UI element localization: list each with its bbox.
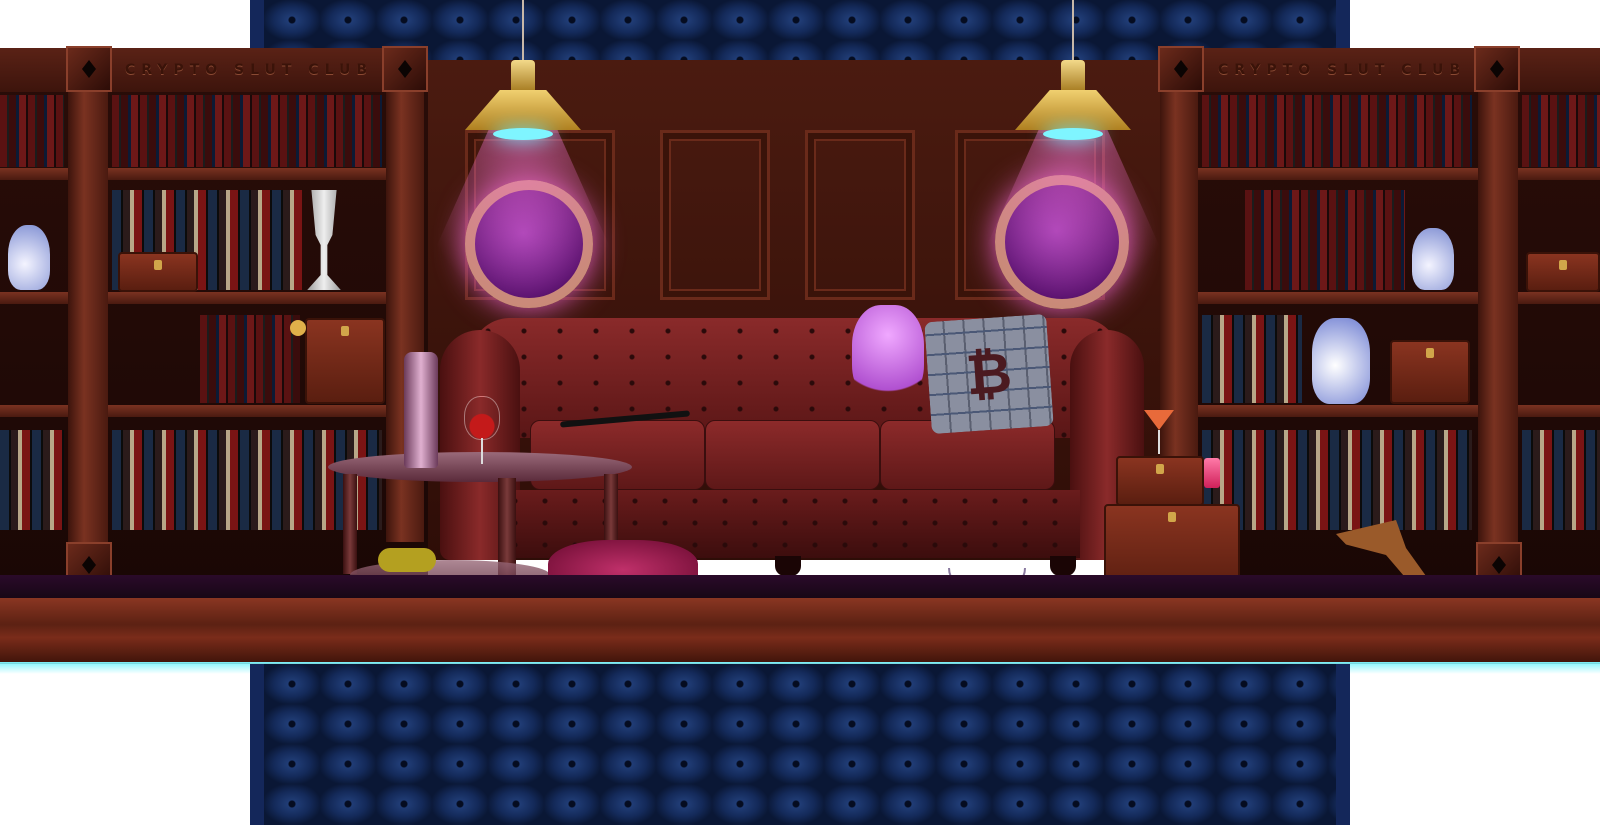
diamond-ornament-icon bbox=[1158, 46, 1204, 92]
table-leg bbox=[604, 474, 618, 546]
book-row bbox=[112, 430, 382, 530]
shelf-plank bbox=[0, 168, 68, 180]
lamp-fitting bbox=[1061, 60, 1085, 92]
wall-panel bbox=[805, 130, 915, 300]
wine-glass-stem bbox=[481, 438, 483, 464]
leather-box bbox=[118, 252, 198, 292]
floor-trim bbox=[0, 598, 1600, 664]
right-club-sign: CRYPTO SLUT CLUB bbox=[1218, 62, 1467, 78]
vase-icon bbox=[8, 225, 50, 290]
game-controller-icon bbox=[378, 548, 436, 572]
table-leg bbox=[343, 474, 357, 574]
book-row bbox=[112, 95, 382, 167]
bitcoin-medal-icon bbox=[290, 320, 306, 336]
sofa-foot bbox=[1050, 556, 1076, 576]
vase-icon bbox=[1412, 228, 1454, 290]
book-row bbox=[1202, 315, 1302, 403]
book-row bbox=[0, 430, 64, 530]
bottom-quilted-panel bbox=[250, 664, 1350, 825]
shelf-plank bbox=[1518, 292, 1600, 304]
bitcoin-pillow: ₿ bbox=[924, 313, 1054, 435]
shelf-plank bbox=[1198, 168, 1478, 180]
lamp-bulb-icon bbox=[493, 128, 553, 140]
leather-box bbox=[1390, 340, 1470, 404]
leather-box bbox=[1526, 252, 1600, 292]
shelf-plank bbox=[1518, 405, 1600, 417]
side-trunk bbox=[1116, 456, 1204, 506]
shelf-plank bbox=[0, 405, 68, 417]
shelf-plank bbox=[1518, 168, 1600, 180]
book-row bbox=[200, 315, 300, 403]
sofa-foot bbox=[775, 556, 801, 576]
cocktail-glass-stem bbox=[1158, 430, 1160, 454]
book-row bbox=[1522, 95, 1600, 167]
shelf-plank bbox=[1198, 405, 1478, 417]
shelf-plank bbox=[108, 405, 386, 417]
fluffy-handcuffs-icon bbox=[852, 305, 924, 405]
lamp-fitting bbox=[511, 60, 535, 92]
book-row bbox=[1202, 430, 1472, 530]
ginger-jar-icon bbox=[1312, 318, 1370, 404]
book-row bbox=[1522, 430, 1600, 530]
leather-box bbox=[305, 318, 385, 404]
book-row bbox=[1202, 95, 1472, 167]
diamond-ornament-icon bbox=[382, 46, 428, 92]
bookcase-pillar bbox=[68, 92, 108, 542]
bitcoin-icon: ₿ bbox=[963, 340, 1015, 409]
bookcase-pillar bbox=[1478, 92, 1518, 542]
diamond-ornament-icon bbox=[1474, 46, 1520, 92]
book-row bbox=[1245, 190, 1405, 290]
wall-panel bbox=[660, 130, 770, 300]
shelf-plank bbox=[108, 168, 386, 180]
shelf-plank bbox=[108, 292, 386, 304]
cocktail-tall-glass-icon bbox=[1204, 458, 1220, 488]
left-club-sign: CRYPTO SLUT CLUB bbox=[125, 62, 374, 78]
sofa-cushion bbox=[705, 420, 880, 490]
diamond-ornament-icon bbox=[66, 46, 112, 92]
wine-glass-icon bbox=[464, 396, 500, 440]
coffee-table-top bbox=[328, 452, 632, 482]
shelf-plank bbox=[0, 292, 68, 304]
book-row bbox=[0, 95, 64, 167]
champagne-bottle-icon bbox=[404, 352, 438, 468]
shelf-plank bbox=[1198, 292, 1478, 304]
lamp-bulb-icon bbox=[1043, 128, 1103, 140]
